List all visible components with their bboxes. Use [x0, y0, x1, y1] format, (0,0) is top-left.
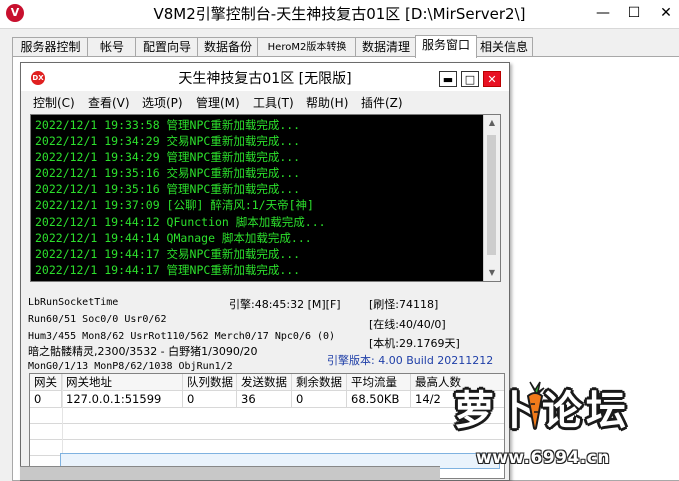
menu-control[interactable]: 控制(C)	[33, 96, 75, 110]
log-line: 2022/12/1 19:37:09 [公聊] 醉清风:1/天帝[神]	[35, 198, 314, 213]
cell-gateway: 0	[30, 391, 62, 407]
service-window-title-bar: DX 天生神技复古01区 [无限版] ▬ □ ✕	[21, 63, 509, 91]
col-avg-traffic[interactable]: 平均流量	[347, 374, 411, 390]
grid-line	[30, 439, 504, 440]
col-gateway-address[interactable]: 网关地址	[62, 374, 183, 390]
tab-related-info[interactable]: 相关信息	[475, 37, 533, 57]
watermark-url: www.6994.cn	[476, 448, 610, 468]
col-queue-data[interactable]: 队列数据	[183, 374, 237, 390]
log-line: 2022/12/1 19:44:14 QManage 脚本加载完成...	[35, 230, 312, 245]
gateway-table: 网关 网关地址 队列数据 发送数据 剩余数据 平均流量 最高人数 0 127.0…	[29, 373, 505, 479]
watermark-logo: 萝卜论坛 www.6994.cn	[436, 370, 679, 479]
log-line: 2022/12/1 19:35:16 交易NPC重新加载完成...	[35, 166, 301, 181]
socket-time-label: LbRunSocketTime	[28, 297, 119, 308]
menu-help[interactable]: 帮助(H)	[306, 96, 348, 110]
tab-data-cleanup[interactable]: 数据清理	[355, 37, 417, 57]
tab-herom2-convert[interactable]: HeroM2版本转换	[257, 37, 357, 57]
cell-avg-traffic: 68.50KB	[347, 391, 411, 407]
log-line: 2022/12/1 19:34:29 管理NPC重新加载完成...	[35, 150, 301, 165]
cell-send-data: 36	[237, 391, 292, 407]
log-line: 2022/12/1 19:33:58 管理NPC重新加载完成...	[35, 118, 301, 132]
grid-line	[30, 423, 504, 424]
grid-line	[30, 390, 504, 391]
gateway-table-header: 网关 网关地址 队列数据 发送数据 剩余数据 平均流量 最高人数	[30, 374, 504, 390]
scroll-down-icon[interactable]: ▼	[484, 265, 500, 281]
tab-account[interactable]: 帐号	[87, 37, 137, 57]
engine-time: 引擎:48:45:32 [M][F]	[229, 298, 341, 311]
col-gateway[interactable]: 网关	[30, 374, 62, 390]
service-close-button[interactable]: ✕	[483, 71, 501, 87]
cell-queue-data: 0	[183, 391, 237, 407]
engine-version: 引擎版本: 4.00 Build 20211212	[327, 354, 494, 367]
menu-manage[interactable]: 管理(M)	[196, 96, 240, 110]
scroll-up-icon[interactable]: ▲	[484, 115, 500, 131]
col-send-data[interactable]: 发送数据	[237, 374, 292, 390]
log-line: 2022/12/1 19:44:17 交易NPC重新加载完成...	[35, 246, 301, 261]
scroll-thumb[interactable]	[487, 135, 496, 255]
status-panel: LbRunSocketTime 引擎:48:45:32 [M][F] [刷怪:7…	[25, 295, 505, 375]
console-log[interactable]: 2022/12/1 19:33:58 管理NPC重新加载完成... 2022/1…	[30, 114, 501, 282]
carrot-icon	[526, 381, 545, 430]
cell-gateway-address: 127.0.0.1:51599	[62, 391, 183, 407]
menu-options[interactable]: 选项(P)	[142, 96, 183, 110]
col-remaining-data[interactable]: 剩余数据	[292, 374, 347, 390]
menu-tools[interactable]: 工具(T)	[253, 96, 294, 110]
refresh-monsters: [刷怪:74118]	[369, 298, 439, 311]
log-line: 2022/12/1 19:34:29 交易NPC重新加载完成...	[35, 134, 301, 149]
log-line: 2022/12/1 19:44:17 管理NPC重新加载完成...	[35, 262, 301, 277]
service-maximize-button[interactable]: □	[461, 71, 479, 87]
hum-stats: Hum3/455 Mon8/62 UsrRot110/562 Merch0/17…	[28, 331, 336, 342]
grid-line	[30, 407, 504, 408]
tab-server-control[interactable]: 服务器控制	[12, 37, 89, 57]
log-line: 2022/12/1 19:44:12 QFunction 脚本加载完成...	[35, 214, 326, 229]
menu-view[interactable]: 查看(V)	[88, 96, 130, 110]
tab-config-wizard[interactable]: 配置向导	[135, 37, 199, 57]
log-lines: 2022/12/1 19:33:58 管理NPC重新加载完成... 2022/1…	[35, 117, 483, 278]
window-title: V8M2引擎控制台-天生神技复古01区 [D:\MirServer2\]	[153, 5, 526, 23]
tab-service-window[interactable]: 服务窗口	[415, 35, 477, 58]
log-line: 2022/12/1 19:35:16 管理NPC重新加载完成...	[35, 182, 301, 197]
tab-strip: 服务器控制 帐号 配置向导 数据备份 HeroM2版本转换 数据清理 服务窗口 …	[12, 35, 679, 58]
window-title-bar: V V8M2引擎控制台-天生神技复古01区 [D:\MirServer2\] —…	[0, 0, 679, 29]
close-button[interactable]: ✕	[646, 0, 679, 28]
run-stats: Run60/51 Soc0/0 Usr0/62	[28, 314, 167, 325]
online-count: [在线:40/40/0]	[369, 318, 446, 331]
menu-plugins[interactable]: 插件(Z)	[361, 96, 403, 110]
monster-status: 暗之骷髅精灵,2300/3532 - 白野猪1/3090/20	[28, 345, 258, 358]
cell-remaining-data: 0	[292, 391, 347, 407]
log-scrollbar[interactable]: ▲ ▼	[483, 115, 500, 281]
service-minimize-button[interactable]: ▬	[439, 71, 457, 87]
menu-bar: 控制(C) 查看(V) 选项(P) 管理(M) 工具(T) 帮助(H) 插件(Z…	[21, 93, 509, 113]
tab-data-backup[interactable]: 数据备份	[197, 37, 259, 57]
service-window-title: 天生神技复古01区 [无限版]	[178, 71, 352, 87]
taskbar-strip	[20, 466, 440, 480]
local-uptime: [本机:29.1769天]	[369, 337, 460, 350]
mon-stats: MonG0/1/13 MonP8/62/1038 ObjRun1/2	[28, 361, 233, 372]
table-row[interactable]: 0 127.0.0.1:51599 0 36 0 68.50KB 14/2	[30, 391, 504, 407]
